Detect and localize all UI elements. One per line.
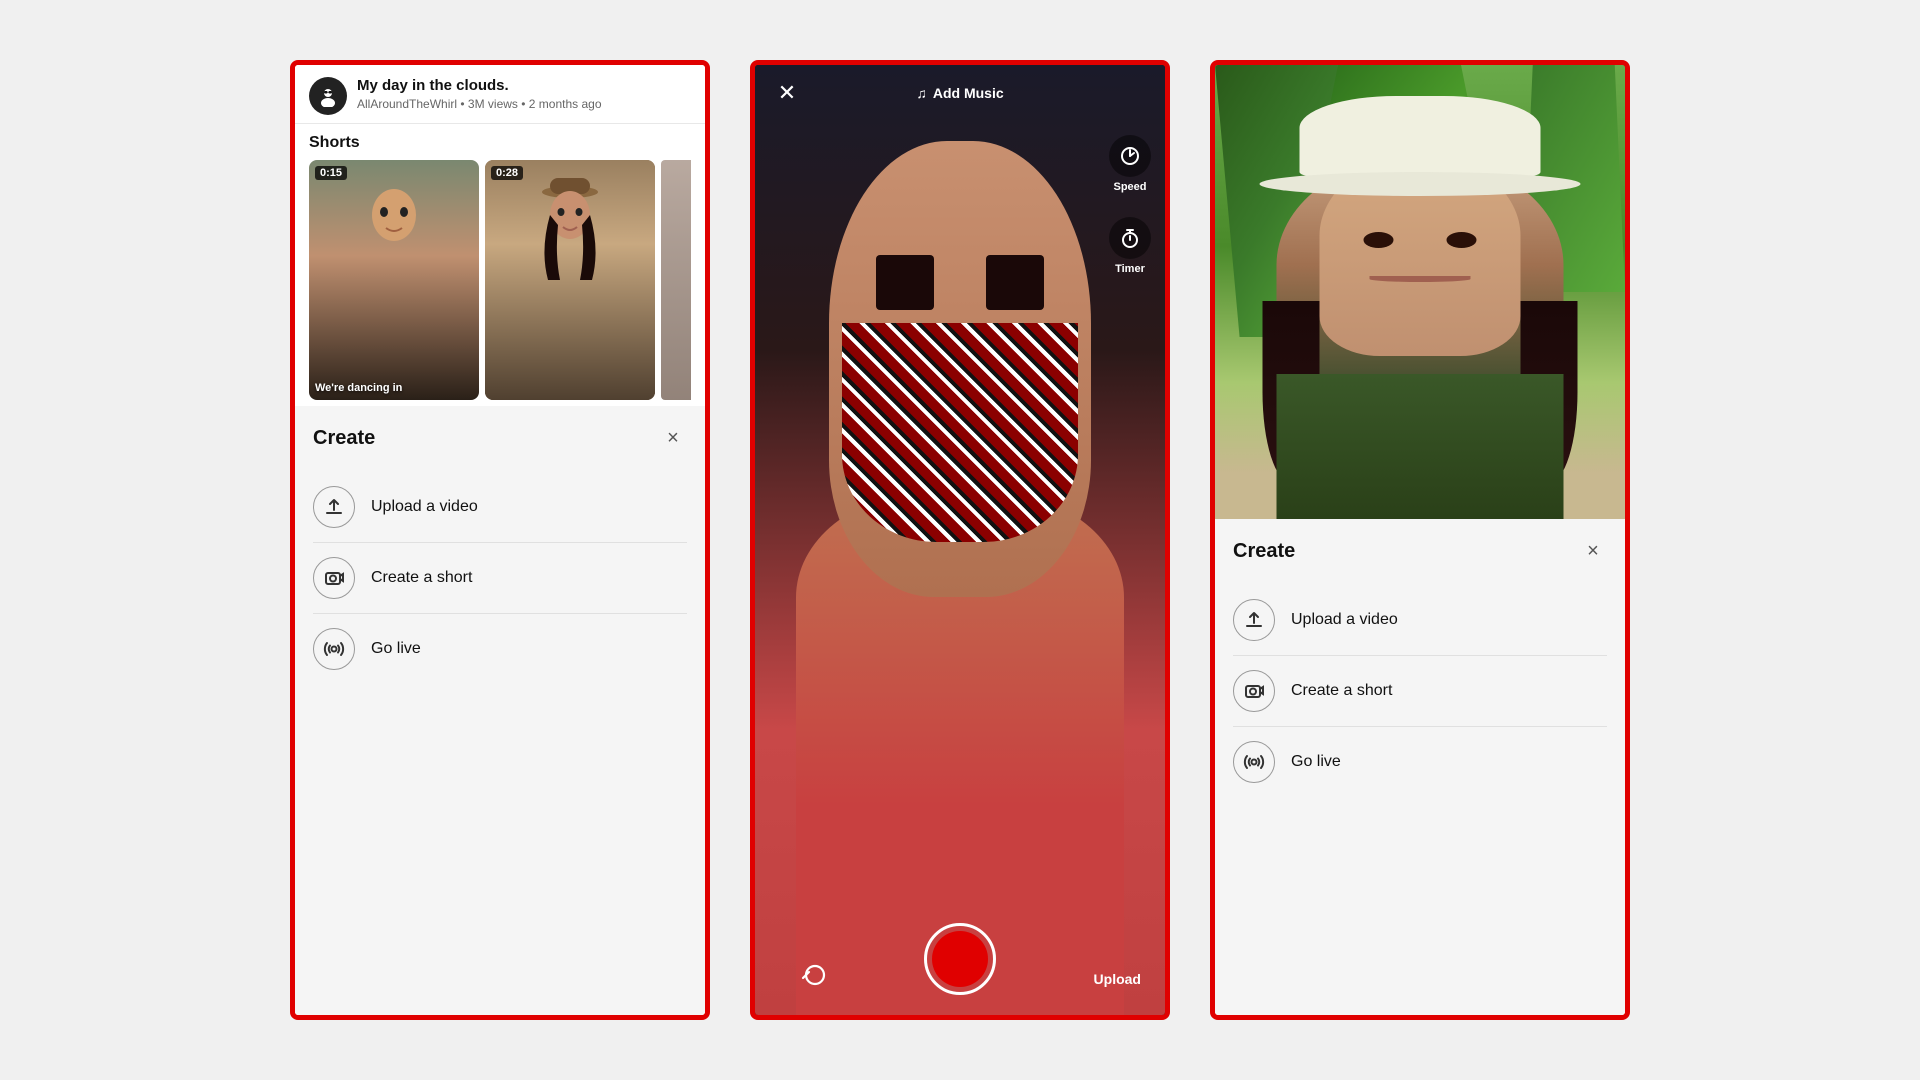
go-live-label: Go live	[371, 640, 421, 658]
camera-close-button[interactable]: ✕	[771, 77, 803, 109]
create-title-phone3: Create	[1233, 540, 1295, 563]
shorts-section: Shorts 0:15 We're dancing in	[295, 124, 705, 406]
outdoor-video	[1215, 65, 1625, 519]
shorts-grid: 0:15 We're dancing in	[309, 160, 691, 400]
left-eye	[876, 255, 934, 310]
create-short-label: Create a short	[371, 569, 472, 587]
upload-icon-circle	[313, 486, 355, 528]
camera-top-bar: ✕ ♫ Add Music	[755, 65, 1165, 117]
outdoor-right-eye	[1446, 232, 1476, 248]
create-sheet: Create × Upload a video Create a short	[295, 406, 705, 1015]
person-outdoor-face	[1320, 156, 1521, 356]
go-live-option-phone3[interactable]: Go live	[1233, 726, 1607, 797]
outdoor-smile	[1370, 276, 1470, 282]
go-live-label-phone3: Go live	[1291, 753, 1341, 771]
video-info-section: My day in the clouds. AllAroundTheWhirl …	[295, 65, 705, 124]
record-inner-circle	[932, 931, 988, 987]
record-button[interactable]	[924, 923, 996, 995]
person-outdoor	[1277, 156, 1564, 519]
hat-brim	[1259, 172, 1580, 196]
create-short-label-phone3: Create a short	[1291, 682, 1392, 700]
create-short-option-phone3[interactable]: Create a short	[1233, 655, 1607, 726]
live-icon-circle	[313, 628, 355, 670]
shorts-heading: Shorts	[309, 134, 691, 152]
close-button[interactable]: ×	[659, 424, 687, 452]
upload-video-label-phone3: Upload a video	[1291, 611, 1398, 629]
speed-control[interactable]: Speed	[1109, 135, 1151, 193]
flip-camera-button[interactable]	[795, 955, 835, 995]
outdoor-background	[1215, 65, 1625, 519]
short2-duration: 0:28	[491, 166, 523, 180]
shirt	[1277, 374, 1564, 519]
camera-right-controls: Speed Timer	[1109, 135, 1151, 275]
add-music-label: Add Music	[933, 85, 1004, 101]
hat-top	[1299, 96, 1540, 176]
person-face	[829, 141, 1091, 597]
camera-background	[755, 65, 1165, 1015]
upload-camera-button[interactable]: Upload	[1094, 971, 1141, 987]
create-title: Create	[313, 427, 375, 450]
music-icon: ♫	[916, 85, 927, 101]
video-meta: AllAroundTheWhirl • 3M views • 2 months …	[357, 97, 691, 111]
upload-video-label: Upload a video	[371, 498, 478, 516]
timer-label: Timer	[1115, 263, 1145, 275]
upload-video-option-phone3[interactable]: Upload a video	[1233, 585, 1607, 655]
close-button-phone3[interactable]: ×	[1579, 537, 1607, 565]
video-text-block: My day in the clouds. AllAroundTheWhirl …	[357, 77, 691, 111]
short1-caption: We're dancing in	[315, 382, 473, 394]
live-icon-circle-phone3	[1233, 741, 1275, 783]
video-info-row: My day in the clouds. AllAroundTheWhirl …	[309, 77, 691, 115]
short-thumb-3-partial	[661, 160, 691, 400]
upload-icon-circle-phone3	[1233, 599, 1275, 641]
timer-control[interactable]: Timer	[1109, 217, 1151, 275]
right-eye	[986, 255, 1044, 310]
phone2-frame: ✕ ♫ Add Music Speed	[750, 60, 1170, 1020]
go-live-option[interactable]: Go live	[313, 613, 687, 684]
create-sheet-header-phone3: Create ×	[1233, 537, 1607, 565]
face-mask	[842, 323, 1078, 542]
short-thumb-2[interactable]: 0:28	[485, 160, 655, 400]
speed-label: Speed	[1113, 181, 1146, 193]
upload-video-option[interactable]: Upload a video	[313, 472, 687, 542]
short1-duration: 0:15	[315, 166, 347, 180]
camera-icon-circle	[313, 557, 355, 599]
video-title: My day in the clouds.	[357, 77, 691, 94]
phone1-frame: My day in the clouds. AllAroundTheWhirl …	[290, 60, 710, 1020]
short-thumb-1[interactable]: 0:15 We're dancing in	[309, 160, 479, 400]
camera-bottom-bar: Upload	[755, 923, 1165, 995]
camera-icon-circle-phone3	[1233, 670, 1275, 712]
speed-icon-circle	[1109, 135, 1151, 177]
create-short-option[interactable]: Create a short	[313, 542, 687, 613]
phone3-frame: Create × Upload a video Create a short	[1210, 60, 1630, 1020]
create-sheet-phone3: Create × Upload a video Create a short	[1215, 519, 1625, 1015]
timer-icon-circle	[1109, 217, 1151, 259]
channel-avatar	[309, 77, 347, 115]
outdoor-left-eye	[1364, 232, 1394, 248]
add-music-button[interactable]: ♫ Add Music	[916, 85, 1003, 101]
create-sheet-header: Create ×	[313, 424, 687, 452]
